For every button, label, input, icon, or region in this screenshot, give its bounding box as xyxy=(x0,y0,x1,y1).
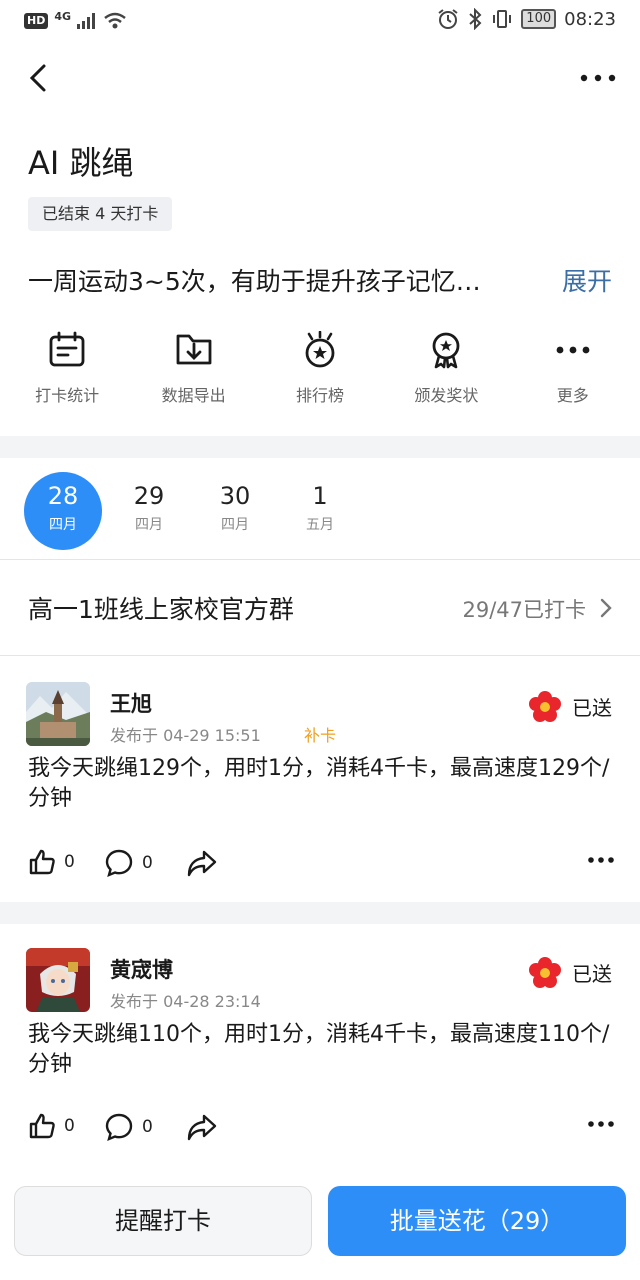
author-name[interactable]: 王旭 xyxy=(110,688,152,718)
checkin-count: 29/47已打卡 xyxy=(462,598,586,622)
vibrate-icon xyxy=(493,10,512,28)
date-day: 1 xyxy=(312,482,328,510)
like-count: 0 xyxy=(64,1116,75,1136)
comment-count: 0 xyxy=(142,853,153,873)
status-badge: 已结束 4 天打卡 xyxy=(28,197,173,231)
action-label: 排行榜 xyxy=(295,386,344,405)
award-icon xyxy=(426,330,466,370)
post-time: 发布于 04-28 23:14 xyxy=(110,992,261,1011)
date-month: 五月 xyxy=(306,517,334,533)
thumbs-up-icon xyxy=(29,1113,55,1139)
network-label: 4G xyxy=(54,10,72,23)
action-leaderboard[interactable]: 排行榜 xyxy=(260,330,380,420)
expand-link[interactable]: 展开 xyxy=(562,262,612,298)
share-icon xyxy=(187,1114,217,1141)
post-content: 我今天跳绳129个，用时1分，消耗4千卡，最高速度129个/分钟 xyxy=(28,756,610,811)
alarm-icon xyxy=(438,9,458,29)
action-more[interactable]: 更多 xyxy=(513,330,633,420)
like-button[interactable]: 0 xyxy=(28,1112,75,1140)
share-icon xyxy=(187,850,217,877)
date-month: 四月 xyxy=(221,517,249,533)
section-divider xyxy=(0,436,640,458)
checkin-stats-icon xyxy=(47,330,87,370)
date-month: 四月 xyxy=(135,517,163,533)
post-actions: 0 0 xyxy=(0,842,640,892)
leaderboard-icon xyxy=(300,330,340,370)
author-name[interactable]: 黄宬博 xyxy=(110,954,173,984)
activity-description: 一周运动3~5次，有助于提升孩子记忆… xyxy=(28,267,481,296)
wifi-icon xyxy=(104,12,126,28)
post-more-icon[interactable] xyxy=(588,1118,614,1130)
back-button[interactable] xyxy=(22,60,58,96)
like-count: 0 xyxy=(64,852,75,872)
avatar[interactable] xyxy=(26,948,90,1012)
hd-badge: HD xyxy=(24,12,49,29)
post-card: 黄宬博 发布于 04-28 23:14 已送 我今天跳绳110个，用时1分，消耗… xyxy=(0,922,640,1164)
status-left: HD 4G xyxy=(24,10,127,31)
makeup-badge: 补卡 xyxy=(304,726,337,745)
section-divider xyxy=(0,902,640,924)
action-label: 数据导出 xyxy=(161,386,226,405)
date-tab[interactable]: 30 四月 xyxy=(196,472,274,550)
page-title: AI 跳绳 xyxy=(28,144,134,182)
post-actions: 0 0 xyxy=(0,1106,640,1156)
data-export-icon xyxy=(174,330,214,370)
flower-sent-status[interactable]: 已送 xyxy=(572,692,612,721)
remind-checkin-button[interactable]: 提醒打卡 xyxy=(14,1186,312,1256)
date-tab[interactable]: 1 五月 xyxy=(281,472,359,550)
date-day: 30 xyxy=(219,482,251,510)
like-button[interactable]: 0 xyxy=(28,848,75,876)
more-options-button[interactable] xyxy=(578,62,618,94)
more-icon xyxy=(553,330,593,370)
comment-icon xyxy=(105,849,133,878)
date-tab[interactable]: 28 四月 xyxy=(24,472,102,550)
quick-actions: 打卡统计 数据导出 排行榜 颁发奖状 更多 xyxy=(0,330,640,420)
comment-icon xyxy=(105,1113,133,1142)
share-button[interactable] xyxy=(186,848,218,878)
action-label: 更多 xyxy=(556,386,589,405)
action-label: 打卡统计 xyxy=(35,386,100,405)
status-bar: HD 4G 100 08:23 xyxy=(0,0,640,44)
thumbs-up-icon xyxy=(29,849,55,875)
chevron-right-icon xyxy=(600,598,612,618)
status-right: 100 08:23 xyxy=(437,8,616,30)
comment-button[interactable]: 0 xyxy=(104,848,153,878)
clock: 08:23 xyxy=(564,8,616,30)
post-time: 发布于 04-29 15:51 xyxy=(110,726,261,745)
flower-icon xyxy=(529,691,561,722)
flower-icon xyxy=(529,957,561,988)
flower-sent-status[interactable]: 已送 xyxy=(572,958,612,987)
date-tab[interactable]: 29 四月 xyxy=(110,472,188,550)
date-tabs: 28 四月 29 四月 30 四月 1 五月 xyxy=(0,460,640,560)
comment-count: 0 xyxy=(142,1117,153,1137)
action-data-export[interactable]: 数据导出 xyxy=(134,330,254,420)
date-day: 29 xyxy=(133,482,165,510)
action-label: 颁发奖状 xyxy=(414,386,479,405)
battery-indicator: 100 xyxy=(521,9,557,29)
signal-icon xyxy=(77,12,96,29)
bottom-action-bar: 提醒打卡 批量送花（29） xyxy=(0,1164,640,1280)
group-row[interactable]: 高一1班线上家校官方群 29/47已打卡 xyxy=(0,560,640,656)
avatar[interactable] xyxy=(26,682,90,746)
action-award[interactable]: 颁发奖状 xyxy=(386,330,506,420)
bluetooth-icon xyxy=(469,8,482,30)
post-more-icon[interactable] xyxy=(588,854,614,866)
comment-button[interactable]: 0 xyxy=(104,1112,153,1142)
date-day: 28 xyxy=(47,482,79,510)
action-checkin-stats[interactable]: 打卡统计 xyxy=(7,330,127,420)
post-card: 王旭 发布于 04-29 15:51 补卡 已送 我今天跳绳129个，用时1分，… xyxy=(0,656,640,902)
batch-send-flower-button[interactable]: 批量送花（29） xyxy=(328,1186,626,1256)
date-month: 四月 xyxy=(49,517,77,533)
post-content: 我今天跳绳110个，用时1分，消耗4千卡，最高速度110个/分钟 xyxy=(28,1022,610,1077)
share-button[interactable] xyxy=(186,1112,218,1142)
group-name: 高一1班线上家校官方群 xyxy=(28,595,294,624)
